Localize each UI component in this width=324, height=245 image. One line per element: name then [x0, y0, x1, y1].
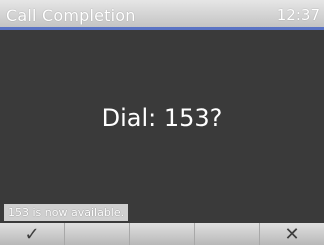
phone-screen: Call Completion 12:37 Dial: 153? 153 is …	[0, 0, 324, 245]
title-bar: Call Completion 12:37	[0, 0, 324, 30]
softkey-3[interactable]	[130, 223, 195, 245]
softkey-bar: ✓ ✕	[0, 223, 324, 245]
cancel-softkey[interactable]: ✕	[260, 223, 324, 245]
screen-title: Call Completion	[6, 6, 136, 25]
softkey-4[interactable]	[195, 223, 260, 245]
close-icon: ✕	[284, 223, 300, 245]
accept-softkey[interactable]: ✓	[0, 223, 65, 245]
checkmark-icon: ✓	[24, 223, 40, 245]
status-message: 153 is now available.	[4, 204, 129, 221]
dial-prompt: Dial: 153?	[101, 104, 223, 132]
main-area: Dial: 153?	[0, 30, 324, 204]
softkey-2[interactable]	[65, 223, 130, 245]
clock: 12:37	[276, 6, 320, 24]
